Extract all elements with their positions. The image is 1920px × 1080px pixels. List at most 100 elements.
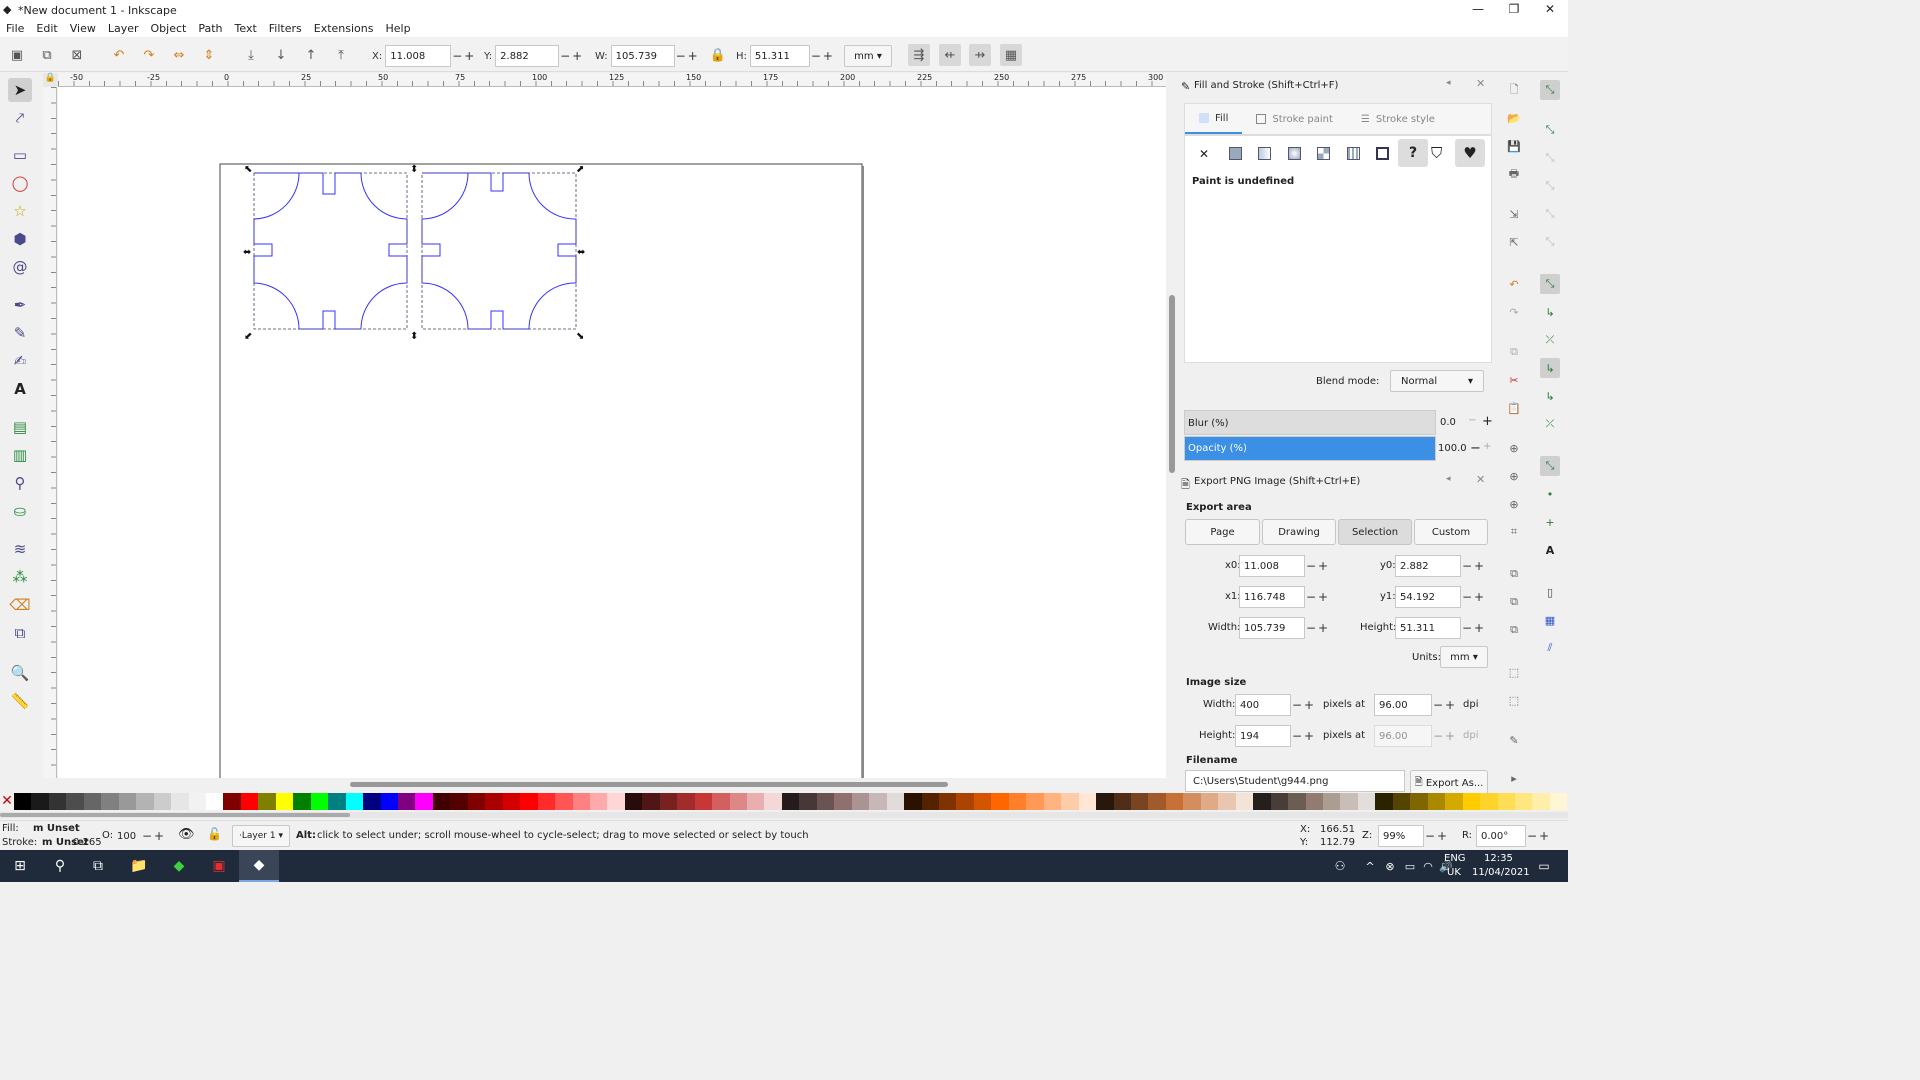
flat-color-icon[interactable]: [1229, 147, 1242, 160]
snap-bbox-midpoint-icon[interactable]: ⤡: [1540, 204, 1560, 224]
color-swatch[interactable]: [397, 793, 416, 810]
x-increment-button[interactable]: +: [463, 49, 475, 63]
text-tool-icon[interactable]: A: [8, 377, 32, 401]
snap-path-icon[interactable]: ↳: [1540, 302, 1560, 322]
zoom-tool-icon[interactable]: 🔍: [8, 661, 32, 685]
rotate-ccw-icon[interactable]: ↶: [108, 44, 130, 66]
menu-help[interactable]: Help: [379, 22, 416, 35]
fill-rule-nonzero-icon[interactable]: ♥: [1455, 139, 1485, 167]
color-swatch[interactable]: [275, 793, 294, 810]
image-height-input[interactable]: 194: [1235, 725, 1291, 747]
paste-icon[interactable]: 📋: [1506, 400, 1522, 416]
rectangle-tool-icon[interactable]: ▭: [8, 143, 32, 167]
snap-page-border-icon[interactable]: ▯: [1540, 582, 1560, 602]
task-view-icon[interactable]: ⧉: [78, 850, 118, 882]
y-decrement-button[interactable]: −: [559, 49, 571, 63]
color-swatch[interactable]: [136, 793, 154, 810]
blur-slider[interactable]: Blur (%): [1184, 410, 1436, 435]
color-swatch[interactable]: [1078, 793, 1097, 810]
clock-date[interactable]: 11/04/2021: [1472, 867, 1530, 878]
flip-vertical-icon[interactable]: ⇕: [198, 44, 220, 66]
rotation-increment[interactable]: +: [1538, 829, 1550, 843]
image-width-decrement-button[interactable]: −: [1291, 698, 1303, 712]
scale-corners-icon[interactable]: ⇷: [939, 44, 961, 66]
redo-icon[interactable]: ↷: [1506, 304, 1522, 320]
group-icon[interactable]: ⬚: [1506, 664, 1522, 680]
h-input[interactable]: 51.311: [749, 45, 810, 67]
close-button[interactable]: ✕: [1532, 0, 1568, 18]
color-swatch[interactable]: [1288, 793, 1306, 810]
color-swatch[interactable]: [1270, 793, 1289, 810]
snap-text-baseline-icon[interactable]: A: [1540, 540, 1560, 560]
color-swatch[interactable]: [1497, 793, 1515, 810]
color-swatch[interactable]: [1165, 793, 1184, 810]
export-height-input[interactable]: 51.311: [1395, 617, 1461, 639]
dialog-close-icon[interactable]: ✕: [1476, 77, 1485, 90]
snap-guide-icon[interactable]: ⫽: [1540, 638, 1560, 658]
color-swatch[interactable]: [659, 793, 678, 810]
color-swatch[interactable]: [886, 793, 905, 810]
snap-bbox-corner-icon[interactable]: ⤡: [1540, 176, 1560, 196]
color-swatch[interactable]: [83, 793, 102, 810]
menu-extensions[interactable]: Extensions: [308, 22, 380, 35]
dpi-increment-button[interactable]: +: [1444, 698, 1456, 712]
color-swatch[interactable]: [101, 793, 119, 810]
color-swatch[interactable]: [991, 793, 1009, 810]
dialog-close-icon[interactable]: ✕: [1476, 473, 1485, 486]
color-swatch[interactable]: [1480, 793, 1498, 810]
undo-icon[interactable]: ↶: [1506, 276, 1522, 292]
image-height-increment-button[interactable]: +: [1303, 729, 1315, 743]
color-swatch[interactable]: [485, 793, 503, 810]
3d-box-tool-icon[interactable]: ⬢: [8, 227, 32, 251]
dpi-decrement-button[interactable]: −: [1432, 698, 1444, 712]
color-swatch[interactable]: [205, 793, 224, 810]
raise-to-top-icon[interactable]: ⤒: [330, 44, 352, 66]
rotation-input[interactable]: 0.00°: [1476, 825, 1526, 847]
ellipse-tool-icon[interactable]: ◯: [8, 171, 32, 195]
color-swatch[interactable]: [171, 793, 189, 810]
export-selection-button[interactable]: Selection: [1338, 519, 1412, 545]
save-icon[interactable]: 💾: [1506, 138, 1522, 154]
x1-increment-button[interactable]: +: [1317, 590, 1329, 604]
blur-value[interactable]: 0.0: [1440, 417, 1456, 428]
snap-midpoint-icon[interactable]: ⤫: [1540, 414, 1560, 434]
export-height-decrement-button[interactable]: −: [1461, 621, 1473, 635]
snap-others-icon[interactable]: ⤡: [1540, 456, 1560, 476]
export-page-button[interactable]: Page: [1185, 519, 1260, 545]
tab-stroke-paint[interactable]: Stroke paint: [1242, 104, 1347, 134]
node-tool-icon[interactable]: ⤤: [8, 106, 32, 130]
w-input[interactable]: 105.739: [610, 45, 675, 67]
color-swatch[interactable]: [921, 793, 940, 810]
color-swatch[interactable]: [1043, 793, 1062, 810]
vertical-ruler[interactable]: [43, 87, 57, 778]
zoom-decrement[interactable]: −: [1424, 829, 1436, 843]
color-swatch[interactable]: [1357, 793, 1376, 810]
color-swatch[interactable]: [799, 793, 817, 810]
ungroup-icon[interactable]: ⬚: [1506, 692, 1522, 708]
color-swatch[interactable]: [677, 793, 695, 810]
dropper-tool-icon[interactable]: ⚲: [8, 471, 32, 495]
dialog-collapse-icon[interactable]: ◂: [1446, 474, 1451, 484]
opacity-slider[interactable]: Opacity (%): [1184, 436, 1436, 461]
star-tool-icon[interactable]: ☆: [8, 199, 32, 223]
color-swatch[interactable]: [345, 793, 364, 810]
color-swatch[interactable]: [816, 793, 835, 810]
menu-path[interactable]: Path: [192, 22, 228, 35]
tweak-tool-icon[interactable]: ≋: [8, 537, 32, 561]
unit-dropdown[interactable]: mm ▾: [844, 45, 892, 67]
duplicate-icon[interactable]: ⧉: [1506, 566, 1522, 582]
x0-decrement-button[interactable]: −: [1305, 559, 1317, 573]
swatch-icon[interactable]: [1376, 147, 1389, 160]
y0-increment-button[interactable]: +: [1473, 559, 1485, 573]
unset-paint-icon[interactable]: ?: [1398, 139, 1428, 167]
menu-filters[interactable]: Filters: [263, 22, 308, 35]
color-swatch[interactable]: [1410, 793, 1428, 810]
color-swatch[interactable]: [537, 793, 556, 810]
maximize-button[interactable]: ❐: [1496, 0, 1532, 18]
color-swatch[interactable]: [380, 793, 398, 810]
color-swatch[interactable]: [747, 793, 765, 810]
menu-file[interactable]: File: [0, 22, 30, 35]
blend-mode-dropdown[interactable]: Normal ▾: [1390, 370, 1484, 392]
clock-time[interactable]: 12:35: [1484, 853, 1513, 864]
color-swatch[interactable]: [520, 793, 538, 810]
